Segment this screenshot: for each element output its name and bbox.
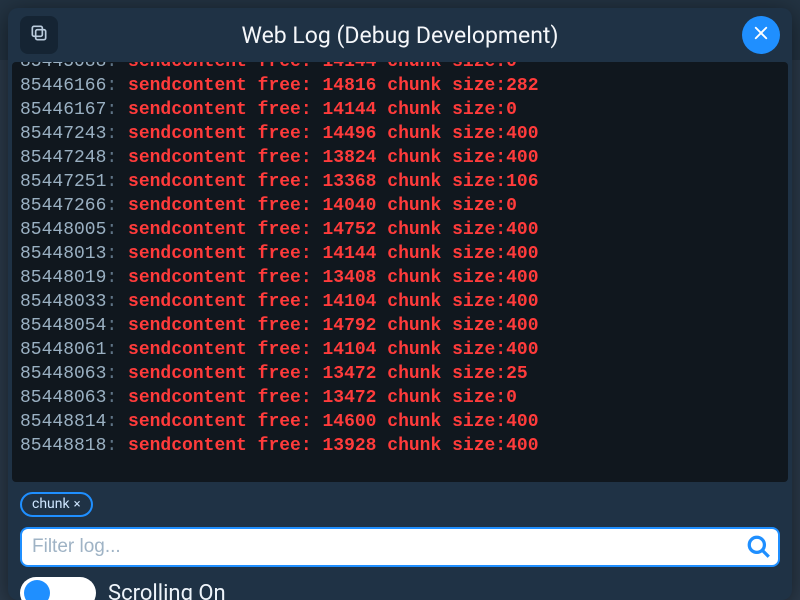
toggle-knob (24, 580, 50, 600)
log-message: sendcontent free: 14104 chunk size:400 (128, 292, 538, 312)
log-timestamp: 85448005 (20, 220, 106, 240)
log-timestamp: 85448013 (20, 244, 106, 264)
log-message: sendcontent free: 13368 chunk size:106 (128, 172, 538, 192)
log-line: 85446166: sendcontent free: 14816 chunk … (20, 74, 780, 98)
filter-chip[interactable]: chunk × (20, 492, 93, 517)
log-line: 85448814: sendcontent free: 14600 chunk … (20, 410, 780, 434)
log-timestamp: 85448054 (20, 316, 106, 336)
log-message: sendcontent free: 14144 chunk size:0 (128, 62, 517, 72)
log-line: 85445088: sendcontent free: 14144 chunk … (20, 62, 780, 74)
log-message: sendcontent free: 14104 chunk size:400 (128, 340, 538, 360)
log-message: sendcontent free: 14144 chunk size:0 (128, 100, 517, 120)
scrolling-row: Scrolling On (20, 577, 780, 600)
log-timestamp: 85447251 (20, 172, 106, 192)
log-message: sendcontent free: 13472 chunk size:0 (128, 388, 517, 408)
log-message: sendcontent free: 14792 chunk size:400 (128, 316, 538, 336)
log-message: sendcontent free: 14496 chunk size:400 (128, 124, 538, 144)
copy-button[interactable] (20, 16, 58, 54)
log-timestamp: 85447266 (20, 196, 106, 216)
filter-chips: chunk × (20, 492, 780, 517)
filter-input[interactable] (20, 527, 780, 567)
scrolling-toggle[interactable] (20, 577, 96, 600)
log-line: 85448033: sendcontent free: 14104 chunk … (20, 290, 780, 314)
log-message: sendcontent free: 14752 chunk size:400 (128, 220, 538, 240)
log-message: sendcontent free: 14144 chunk size:400 (128, 244, 538, 264)
log-timestamp: 85448063 (20, 364, 106, 384)
log-line: 85448063: sendcontent free: 13472 chunk … (20, 386, 780, 410)
filter-chip-label: chunk (32, 496, 70, 512)
log-timestamp: 85446166 (20, 76, 106, 96)
log-line: 85448054: sendcontent free: 14792 chunk … (20, 314, 780, 338)
log-timestamp: 85448019 (20, 268, 106, 288)
log-line: 85447248: sendcontent free: 13824 chunk … (20, 146, 780, 170)
remove-chip-icon: × (74, 497, 81, 512)
weblog-modal: Web Log (Debug Development) 85445088: se… (8, 8, 792, 600)
log-timestamp: 85447248 (20, 148, 106, 168)
log-line: 85448013: sendcontent free: 14144 chunk … (20, 242, 780, 266)
log-output[interactable]: 85445088: sendcontent free: 14144 chunk … (12, 62, 788, 482)
log-timestamp: 85448063 (20, 388, 106, 408)
modal-title: Web Log (Debug Development) (242, 22, 559, 49)
log-timestamp: 85447243 (20, 124, 106, 144)
log-line: 85446167: sendcontent free: 14144 chunk … (20, 98, 780, 122)
log-timestamp: 85448033 (20, 292, 106, 312)
log-line: 85448818: sendcontent free: 13928 chunk … (20, 434, 780, 458)
log-line: 85447251: sendcontent free: 13368 chunk … (20, 170, 780, 194)
scrolling-label: Scrolling On (108, 581, 226, 600)
log-line: 85447266: sendcontent free: 14040 chunk … (20, 194, 780, 218)
log-message: sendcontent free: 13408 chunk size:400 (128, 268, 538, 288)
log-timestamp: 85448818 (20, 436, 106, 456)
log-line: 85448061: sendcontent free: 14104 chunk … (20, 338, 780, 362)
copy-icon (29, 23, 49, 47)
log-message: sendcontent free: 14816 chunk size:282 (128, 76, 538, 96)
log-timestamp: 85448814 (20, 412, 106, 432)
log-message: sendcontent free: 14600 chunk size:400 (128, 412, 538, 432)
log-line: 85448005: sendcontent free: 14752 chunk … (20, 218, 780, 242)
close-button[interactable] (742, 16, 780, 54)
log-message: sendcontent free: 13824 chunk size:400 (128, 148, 538, 168)
modal-header: Web Log (Debug Development) (8, 8, 792, 62)
log-line: 85448063: sendcontent free: 13472 chunk … (20, 362, 780, 386)
log-timestamp: 85446167 (20, 100, 106, 120)
log-timestamp: 85448061 (20, 340, 106, 360)
log-timestamp: 85445088 (20, 62, 106, 72)
log-line: 85447243: sendcontent free: 14496 chunk … (20, 122, 780, 146)
log-line: 85448019: sendcontent free: 13408 chunk … (20, 266, 780, 290)
log-message: sendcontent free: 13928 chunk size:400 (128, 436, 538, 456)
close-icon (752, 24, 770, 46)
controls: chunk × Scrolling On (8, 482, 792, 600)
log-message: sendcontent free: 13472 chunk size:25 (128, 364, 528, 384)
filter-input-wrap (20, 527, 780, 567)
log-message: sendcontent free: 14040 chunk size:0 (128, 196, 517, 216)
